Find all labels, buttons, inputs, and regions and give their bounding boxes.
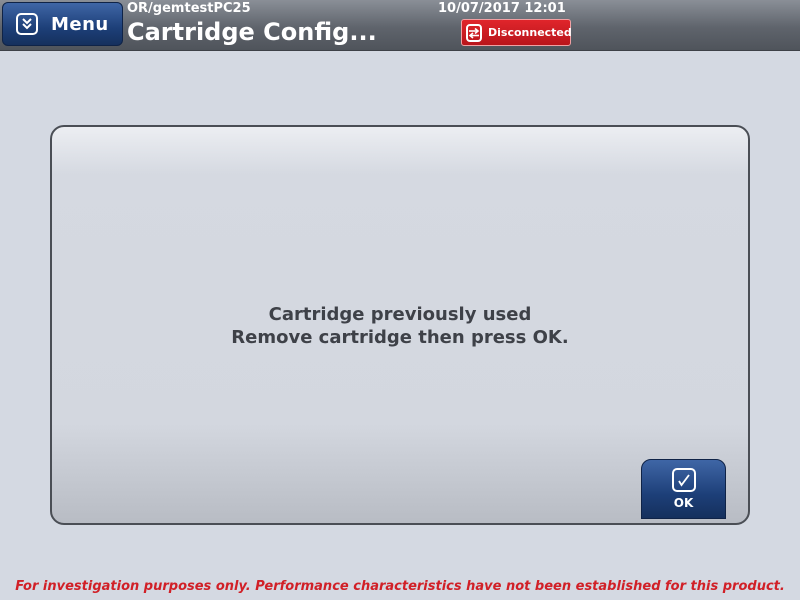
page-title: Cartridge Config...: [127, 18, 377, 46]
chevron-double-down-icon: [16, 13, 38, 35]
date-time: 10/07/2017 12:01: [438, 1, 566, 16]
connection-status-badge[interactable]: Disconnected: [461, 19, 572, 46]
menu-button[interactable]: Menu: [2, 2, 123, 46]
device-path: OR/gemtestPC25: [127, 1, 251, 16]
header-bar: Menu OR/gemtestPC25 Cartridge Config... …: [0, 0, 800, 51]
ok-label: OK: [673, 496, 694, 510]
menu-label: Menu: [51, 13, 109, 35]
message-dialog: Cartridge previously used Remove cartrid…: [50, 125, 750, 525]
message-line-2: Remove cartridge then press OK.: [231, 327, 569, 348]
dialog-message: Cartridge previously used Remove cartrid…: [52, 303, 748, 349]
disclaimer-footer: For investigation purposes only. Perform…: [15, 579, 785, 594]
message-line-1: Cartridge previously used: [268, 304, 532, 325]
disconnected-icon: [466, 23, 482, 42]
checkmark-icon: [671, 468, 696, 492]
connection-status-label: Disconnected: [488, 26, 572, 39]
ok-button[interactable]: OK: [641, 459, 726, 519]
